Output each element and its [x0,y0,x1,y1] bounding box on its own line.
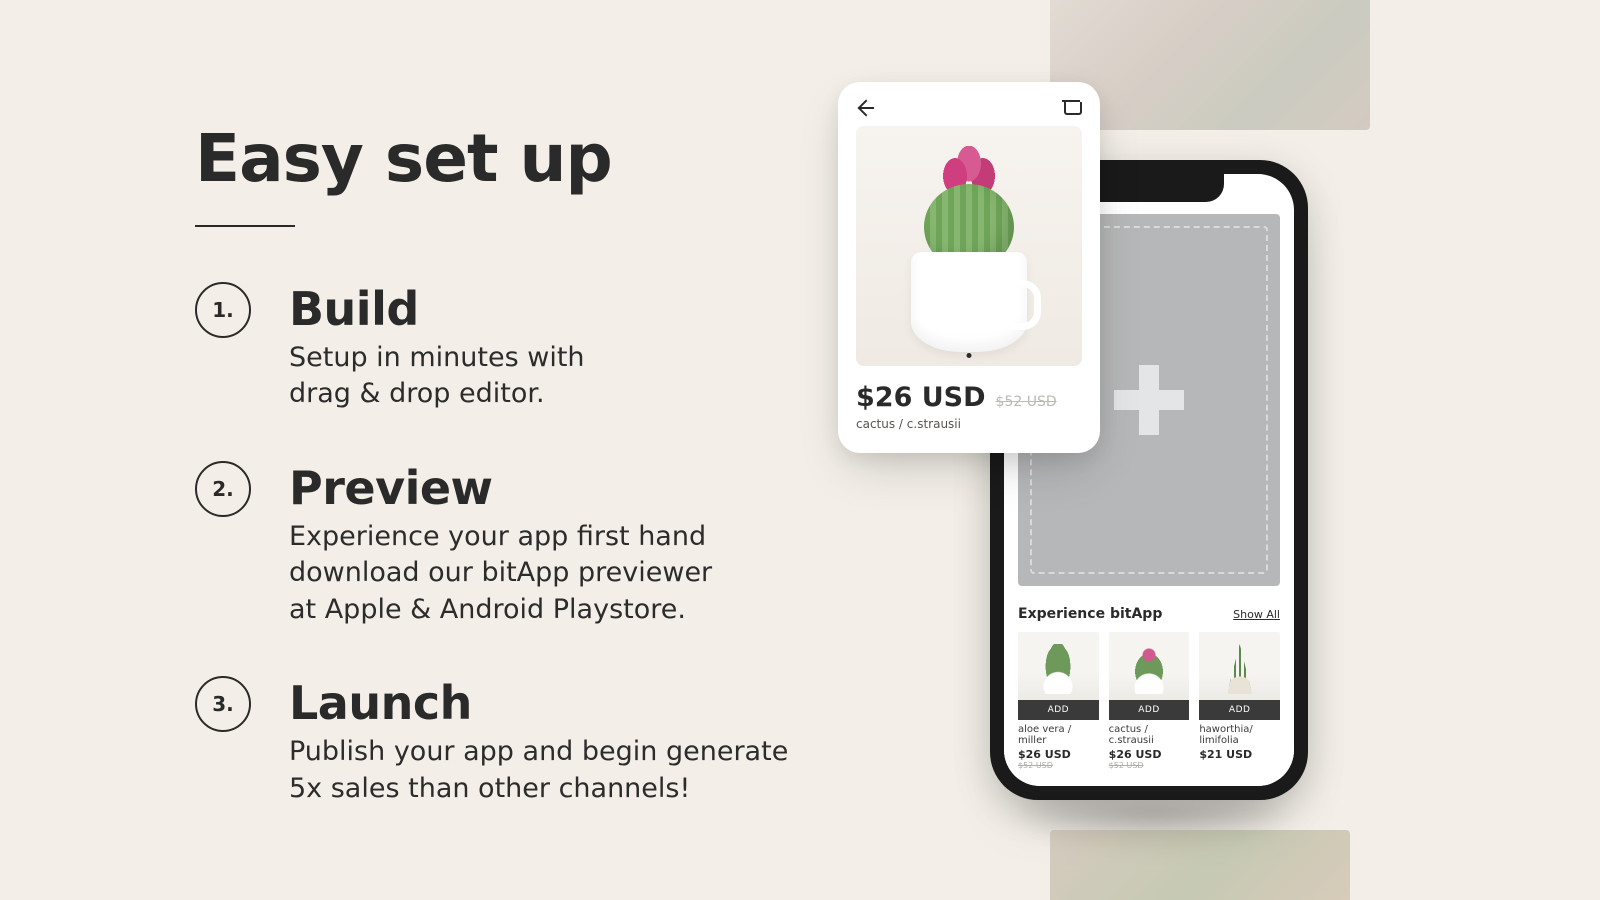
product-price: $21 USD [1199,748,1280,761]
step-number: 1. [195,282,251,338]
step-launch: 3. Launch Publish your app and begin gen… [195,676,835,807]
plus-icon [1114,365,1184,435]
product-old-price: $52 USD [1018,761,1099,770]
step-build: 1. Build Setup in minutes with drag & dr… [195,282,835,413]
add-button[interactable]: ADD [1018,700,1099,720]
step-number: 2. [195,461,251,517]
product-card[interactable]: ADD aloe vera / miller $26 USD $52 USD [1018,632,1099,770]
step-title: Preview [289,461,712,515]
step-desc: Setup in minutes with drag & drop editor… [289,340,585,413]
add-button[interactable]: ADD [1109,700,1190,720]
step-title: Build [289,282,585,336]
product-image [856,126,1082,366]
page-title: Easy set up [195,120,835,197]
show-all-link[interactable]: Show All [1233,608,1280,621]
background-photo [1050,830,1350,900]
step-desc: Publish your app and begin generate 5x s… [289,734,788,807]
cart-icon[interactable] [1062,98,1082,118]
step-preview: 2. Preview Experience your app first han… [195,461,835,628]
pager-dot [967,353,972,358]
product-detail-card: $26 USD $52 USD cactus / c.strausii [838,82,1100,453]
card-product-name: cactus / c.strausii [856,417,1082,431]
divider [195,225,295,227]
card-old-price: $52 USD [996,394,1057,410]
product-name: cactus / c.strausii [1109,724,1190,746]
card-price: $26 USD [856,382,986,413]
back-icon[interactable] [856,98,876,118]
step-desc: Experience your app first hand download … [289,519,712,628]
product-old-price: $52 USD [1109,761,1190,770]
product-card[interactable]: ADD cactus / c.strausii $26 USD $52 USD [1109,632,1190,770]
section-title: Experience bitApp [1018,606,1162,622]
product-name: haworthia/ limifolia [1199,724,1280,746]
product-price: $26 USD [1109,748,1190,761]
product-name: aloe vera / miller [1018,724,1099,746]
product-card[interactable]: ADD haworthia/ limifolia $21 USD [1199,632,1280,770]
step-number: 3. [195,676,251,732]
step-title: Launch [289,676,788,730]
product-price: $26 USD [1018,748,1099,761]
add-button[interactable]: ADD [1199,700,1280,720]
